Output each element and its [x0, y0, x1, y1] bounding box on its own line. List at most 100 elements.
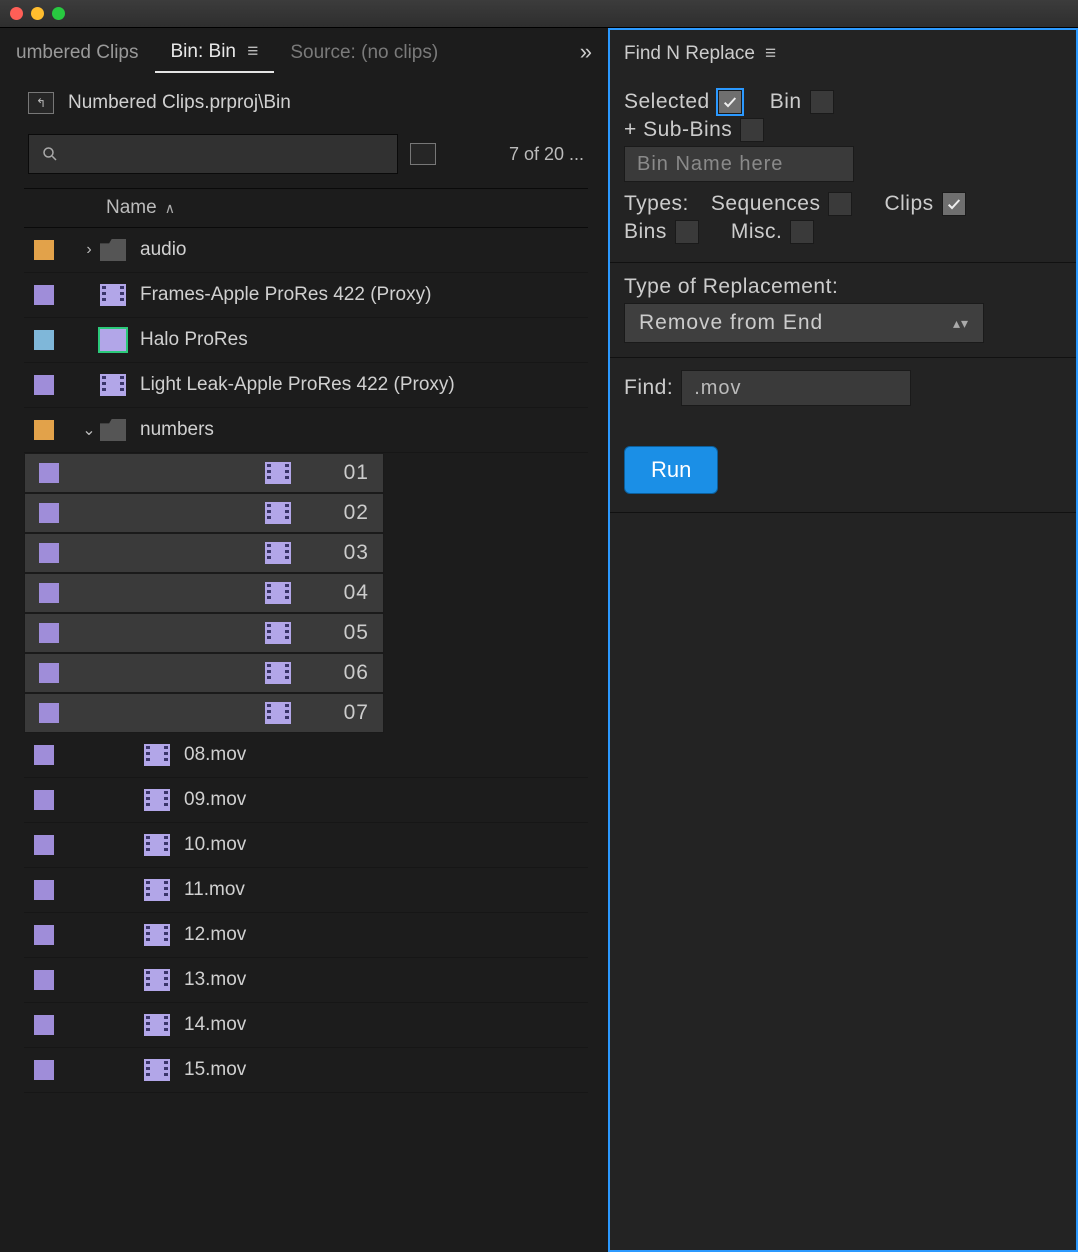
row-label: 02 [344, 501, 369, 525]
clip-icon [265, 622, 291, 644]
nav-up-icon[interactable]: ↰ [28, 92, 54, 114]
color-chip [39, 623, 59, 643]
checkbox-bin[interactable] [810, 90, 834, 114]
item-count: 7 of 20 ... [509, 144, 588, 165]
bin-row[interactable]: 12.mov [24, 913, 588, 958]
row-label: 14.mov [184, 1014, 246, 1036]
bin-row[interactable]: 02 [24, 493, 384, 533]
row-label: 05 [344, 621, 369, 645]
bin-row[interactable]: Halo ProRes [24, 318, 588, 363]
sort-asc-icon: ∧ [165, 200, 175, 217]
expand-toggle-icon[interactable]: › [78, 241, 100, 259]
checkbox-misc[interactable] [790, 220, 814, 244]
clip-icon [265, 662, 291, 684]
color-chip [39, 503, 59, 523]
row-label: 08.mov [184, 744, 246, 766]
search-input[interactable] [28, 134, 398, 174]
bin-row[interactable]: 01 [24, 453, 384, 493]
bin-row[interactable]: 03 [24, 533, 384, 573]
row-label: 04 [344, 581, 369, 605]
checkbox-sequences[interactable] [828, 192, 852, 216]
row-label: 06 [344, 661, 369, 685]
clip-icon [265, 542, 291, 564]
find-input[interactable] [681, 370, 911, 406]
replacement-mode-select[interactable]: Remove from End ▴▾ [624, 303, 984, 343]
bin-row[interactable]: ⌄ numbers [24, 408, 588, 453]
clip-icon [265, 502, 291, 524]
clip-icon [100, 284, 126, 306]
color-chip [34, 880, 54, 900]
clip-icon [265, 582, 291, 604]
color-chip [39, 543, 59, 563]
expand-toggle-icon[interactable]: ⌄ [78, 420, 100, 440]
row-label: Light Leak-Apple ProRes 422 (Proxy) [140, 374, 455, 396]
run-button[interactable]: Run [624, 446, 718, 494]
checkbox-bins[interactable] [675, 220, 699, 244]
row-label: numbers [140, 419, 214, 441]
tabs-overflow-icon[interactable]: » [570, 39, 602, 65]
sequence-icon [100, 329, 126, 351]
color-chip [39, 583, 59, 603]
bin-row[interactable]: 11.mov [24, 868, 588, 913]
tab-bin-menu-icon[interactable]: ≡ [247, 41, 258, 62]
bin-row[interactable]: 07 [24, 693, 384, 733]
minimize-dot[interactable] [31, 7, 44, 20]
panel-tabs: umbered Clips Bin: Bin ≡ Source: (no cli… [0, 28, 608, 76]
clip-icon [144, 1059, 170, 1081]
new-bin-icon[interactable] [410, 143, 436, 165]
bin-row[interactable]: 14.mov [24, 1003, 588, 1048]
bin-row[interactable]: 10.mov [24, 823, 588, 868]
search-icon [41, 145, 59, 163]
clip-icon [144, 969, 170, 991]
clip-icon [144, 834, 170, 856]
label-bins: Bins [624, 220, 667, 244]
panel-menu-icon[interactable]: ≡ [765, 43, 776, 65]
chevron-updown-icon: ▴▾ [953, 315, 969, 332]
label-sequences: Sequences [711, 192, 821, 216]
bin-row[interactable]: 09.mov [24, 778, 588, 823]
bin-row[interactable]: ›audio [24, 228, 588, 273]
color-chip [34, 240, 54, 260]
bin-row[interactable]: 04 [24, 573, 384, 613]
zoom-dot[interactable] [52, 7, 65, 20]
tab-source[interactable]: Source: (no clips) [274, 32, 454, 72]
close-dot[interactable] [10, 7, 23, 20]
clip-icon [144, 744, 170, 766]
color-chip [34, 1060, 54, 1080]
color-chip [34, 790, 54, 810]
row-label: 03 [344, 541, 369, 565]
label-find: Find: [624, 376, 673, 400]
bin-row[interactable]: Frames-Apple ProRes 422 (Proxy) [24, 273, 588, 318]
row-label: 09.mov [184, 789, 246, 811]
checkbox-clips[interactable] [942, 192, 966, 216]
label-type-of-replacement: Type of Replacement: [624, 275, 838, 299]
bin-row[interactable]: 15.mov [24, 1048, 588, 1093]
folder-icon [100, 419, 126, 441]
row-label: 11.mov [184, 879, 245, 901]
column-header[interactable]: Name ∧ [24, 188, 588, 228]
bin-row[interactable]: 05 [24, 613, 384, 653]
clip-icon [100, 374, 126, 396]
row-label: 01 [344, 461, 369, 485]
row-label: 12.mov [184, 924, 246, 946]
checkbox-subbins[interactable] [740, 118, 764, 142]
bin-name-input[interactable] [624, 146, 854, 182]
checkbox-selected[interactable] [718, 90, 742, 114]
clip-icon [144, 1014, 170, 1036]
bin-row[interactable]: 08.mov [24, 733, 588, 778]
column-name-label: Name [106, 197, 157, 219]
bin-row[interactable]: 13.mov [24, 958, 588, 1003]
row-label: 07 [344, 701, 369, 725]
folder-icon [100, 239, 126, 261]
color-chip [39, 463, 59, 483]
tab-project[interactable]: umbered Clips [0, 32, 155, 72]
bin-row[interactable]: 06 [24, 653, 384, 693]
window-titlebar [0, 0, 1078, 28]
tab-bin[interactable]: Bin: Bin ≡ [155, 31, 275, 73]
bin-row[interactable]: Light Leak-Apple ProRes 422 (Proxy) [24, 363, 588, 408]
row-label: Halo ProRes [140, 329, 248, 351]
breadcrumb: Numbered Clips.prproj\Bin [68, 92, 291, 114]
clip-icon [265, 702, 291, 724]
color-chip [34, 745, 54, 765]
color-chip [34, 835, 54, 855]
